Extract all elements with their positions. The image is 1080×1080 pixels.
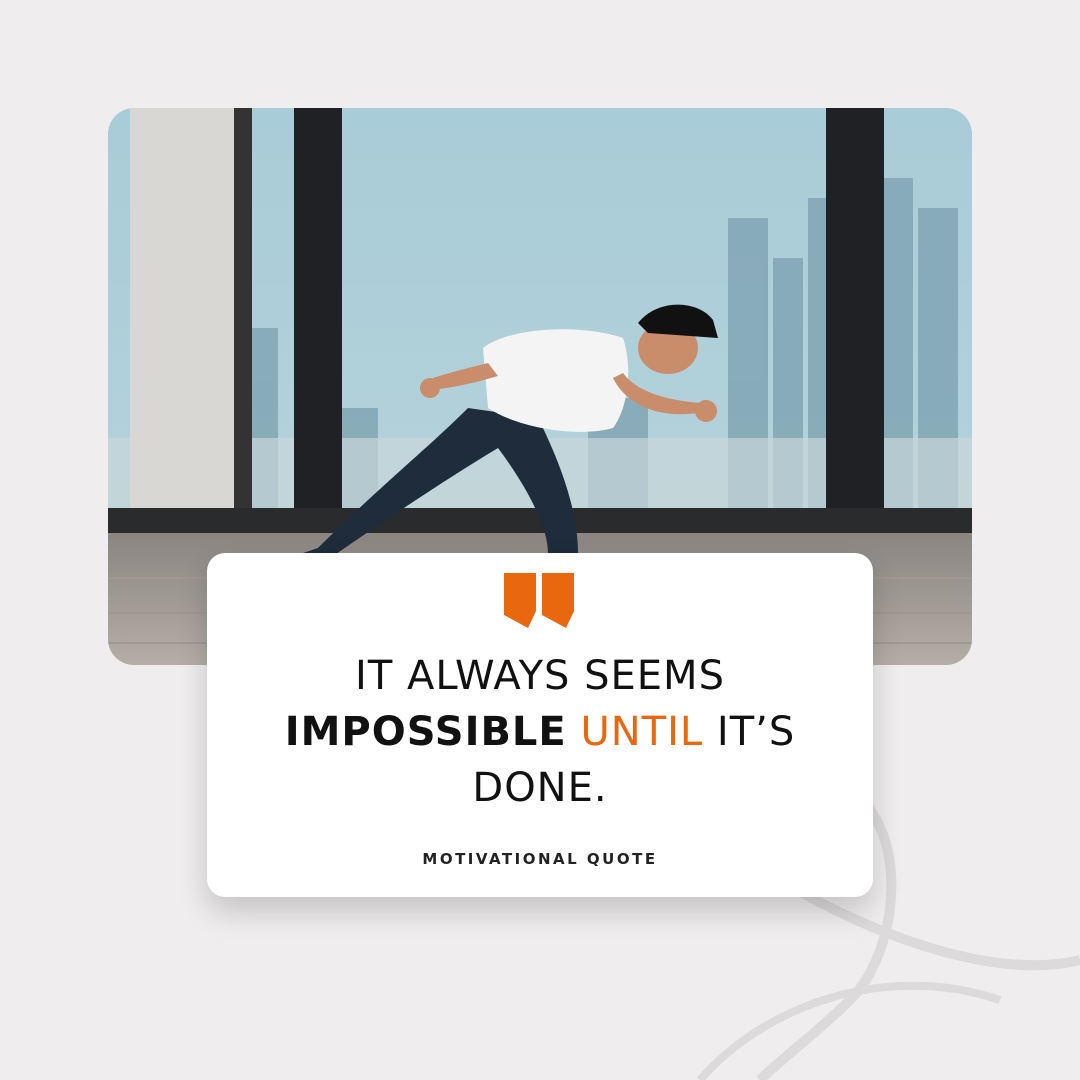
quote-card: It always seems impossible until it’s do… (207, 553, 873, 897)
quote-text: It always seems impossible until it’s do… (227, 648, 853, 816)
quote-caption: MOTIVATIONAL QUOTE (422, 850, 658, 868)
quote-bold-word: impossible (284, 709, 567, 755)
quote-line1: It always seems (355, 653, 725, 699)
quote-accent-word: until (580, 709, 704, 755)
quote-mark-icon (504, 573, 574, 628)
